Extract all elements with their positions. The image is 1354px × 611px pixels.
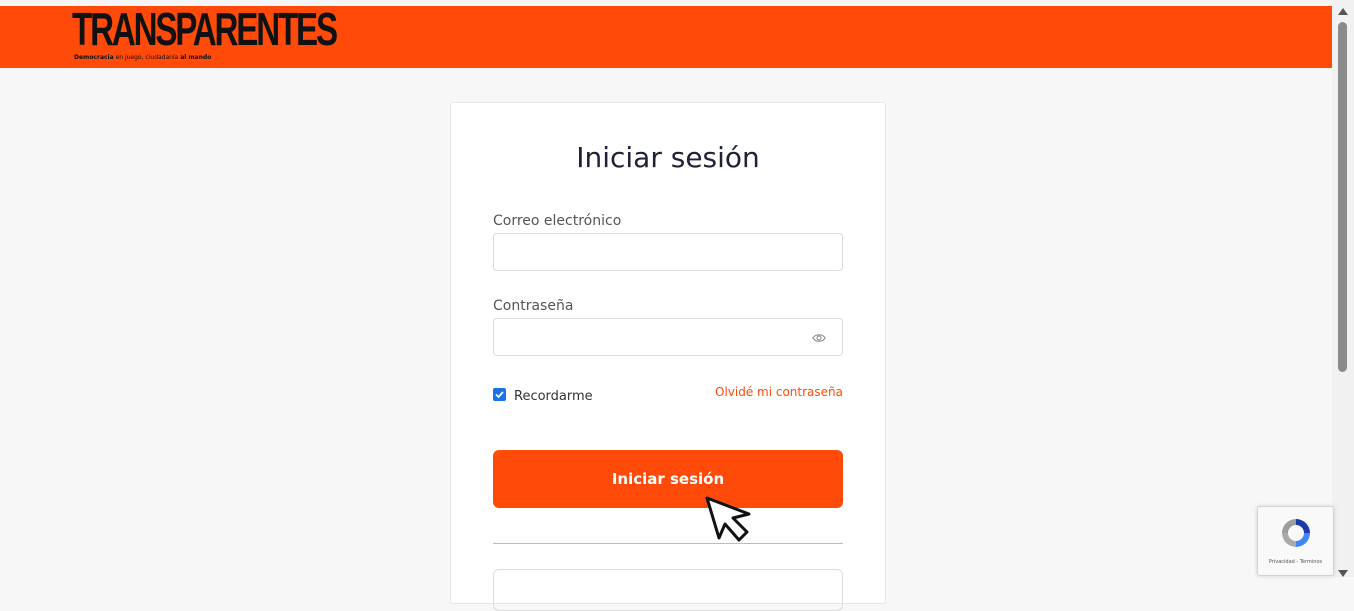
password-label: Contraseña bbox=[493, 298, 574, 314]
recaptcha-badge[interactable]: Privacidad - Términos bbox=[1257, 506, 1334, 576]
remember-label: Recordarme bbox=[514, 388, 593, 404]
tagline-bold-democracia: Democracia bbox=[74, 54, 114, 61]
scroll-down-arrow-icon[interactable] bbox=[1338, 570, 1348, 577]
scroll-up-arrow-icon[interactable] bbox=[1338, 8, 1348, 15]
eye-icon[interactable] bbox=[812, 331, 826, 345]
site-header: TRANSPARENTES Democracia en juego, ciuda… bbox=[0, 4, 1332, 68]
checkbox-checked-icon[interactable] bbox=[493, 387, 506, 401]
tagline-middle: en juego, ciudadanía bbox=[113, 54, 181, 61]
forgot-password-link[interactable]: Olvidé mi contraseña bbox=[715, 385, 843, 399]
login-submit-button[interactable]: Iniciar sesión bbox=[493, 450, 843, 508]
email-label: Correo electrónico bbox=[493, 213, 622, 229]
scroll-thumb[interactable] bbox=[1338, 22, 1347, 372]
logo-tagline: Democracia en juego, ciudadanía al mando bbox=[74, 54, 211, 61]
secondary-login-button[interactable] bbox=[493, 569, 843, 611]
page-scrollbar[interactable] bbox=[1332, 0, 1354, 577]
tagline-bold-al-mando: al mando bbox=[180, 54, 212, 61]
site-logo[interactable]: TRANSPARENTES Democracia en juego, ciuda… bbox=[72, 4, 338, 66]
password-input[interactable] bbox=[493, 318, 843, 356]
email-input[interactable] bbox=[493, 233, 843, 271]
recaptcha-footer[interactable]: Privacidad - Términos bbox=[1258, 559, 1333, 565]
divider bbox=[493, 543, 843, 544]
login-title: Iniciar sesión bbox=[576, 141, 760, 174]
logo-title: TRANSPARENTES bbox=[72, 3, 338, 55]
recaptcha-icon bbox=[1282, 519, 1310, 547]
mouse-cursor-icon bbox=[705, 496, 751, 542]
remember-me[interactable]: Recordarme bbox=[493, 385, 593, 404]
login-card: Iniciar sesión Correo electrónico Contra… bbox=[450, 102, 886, 611]
